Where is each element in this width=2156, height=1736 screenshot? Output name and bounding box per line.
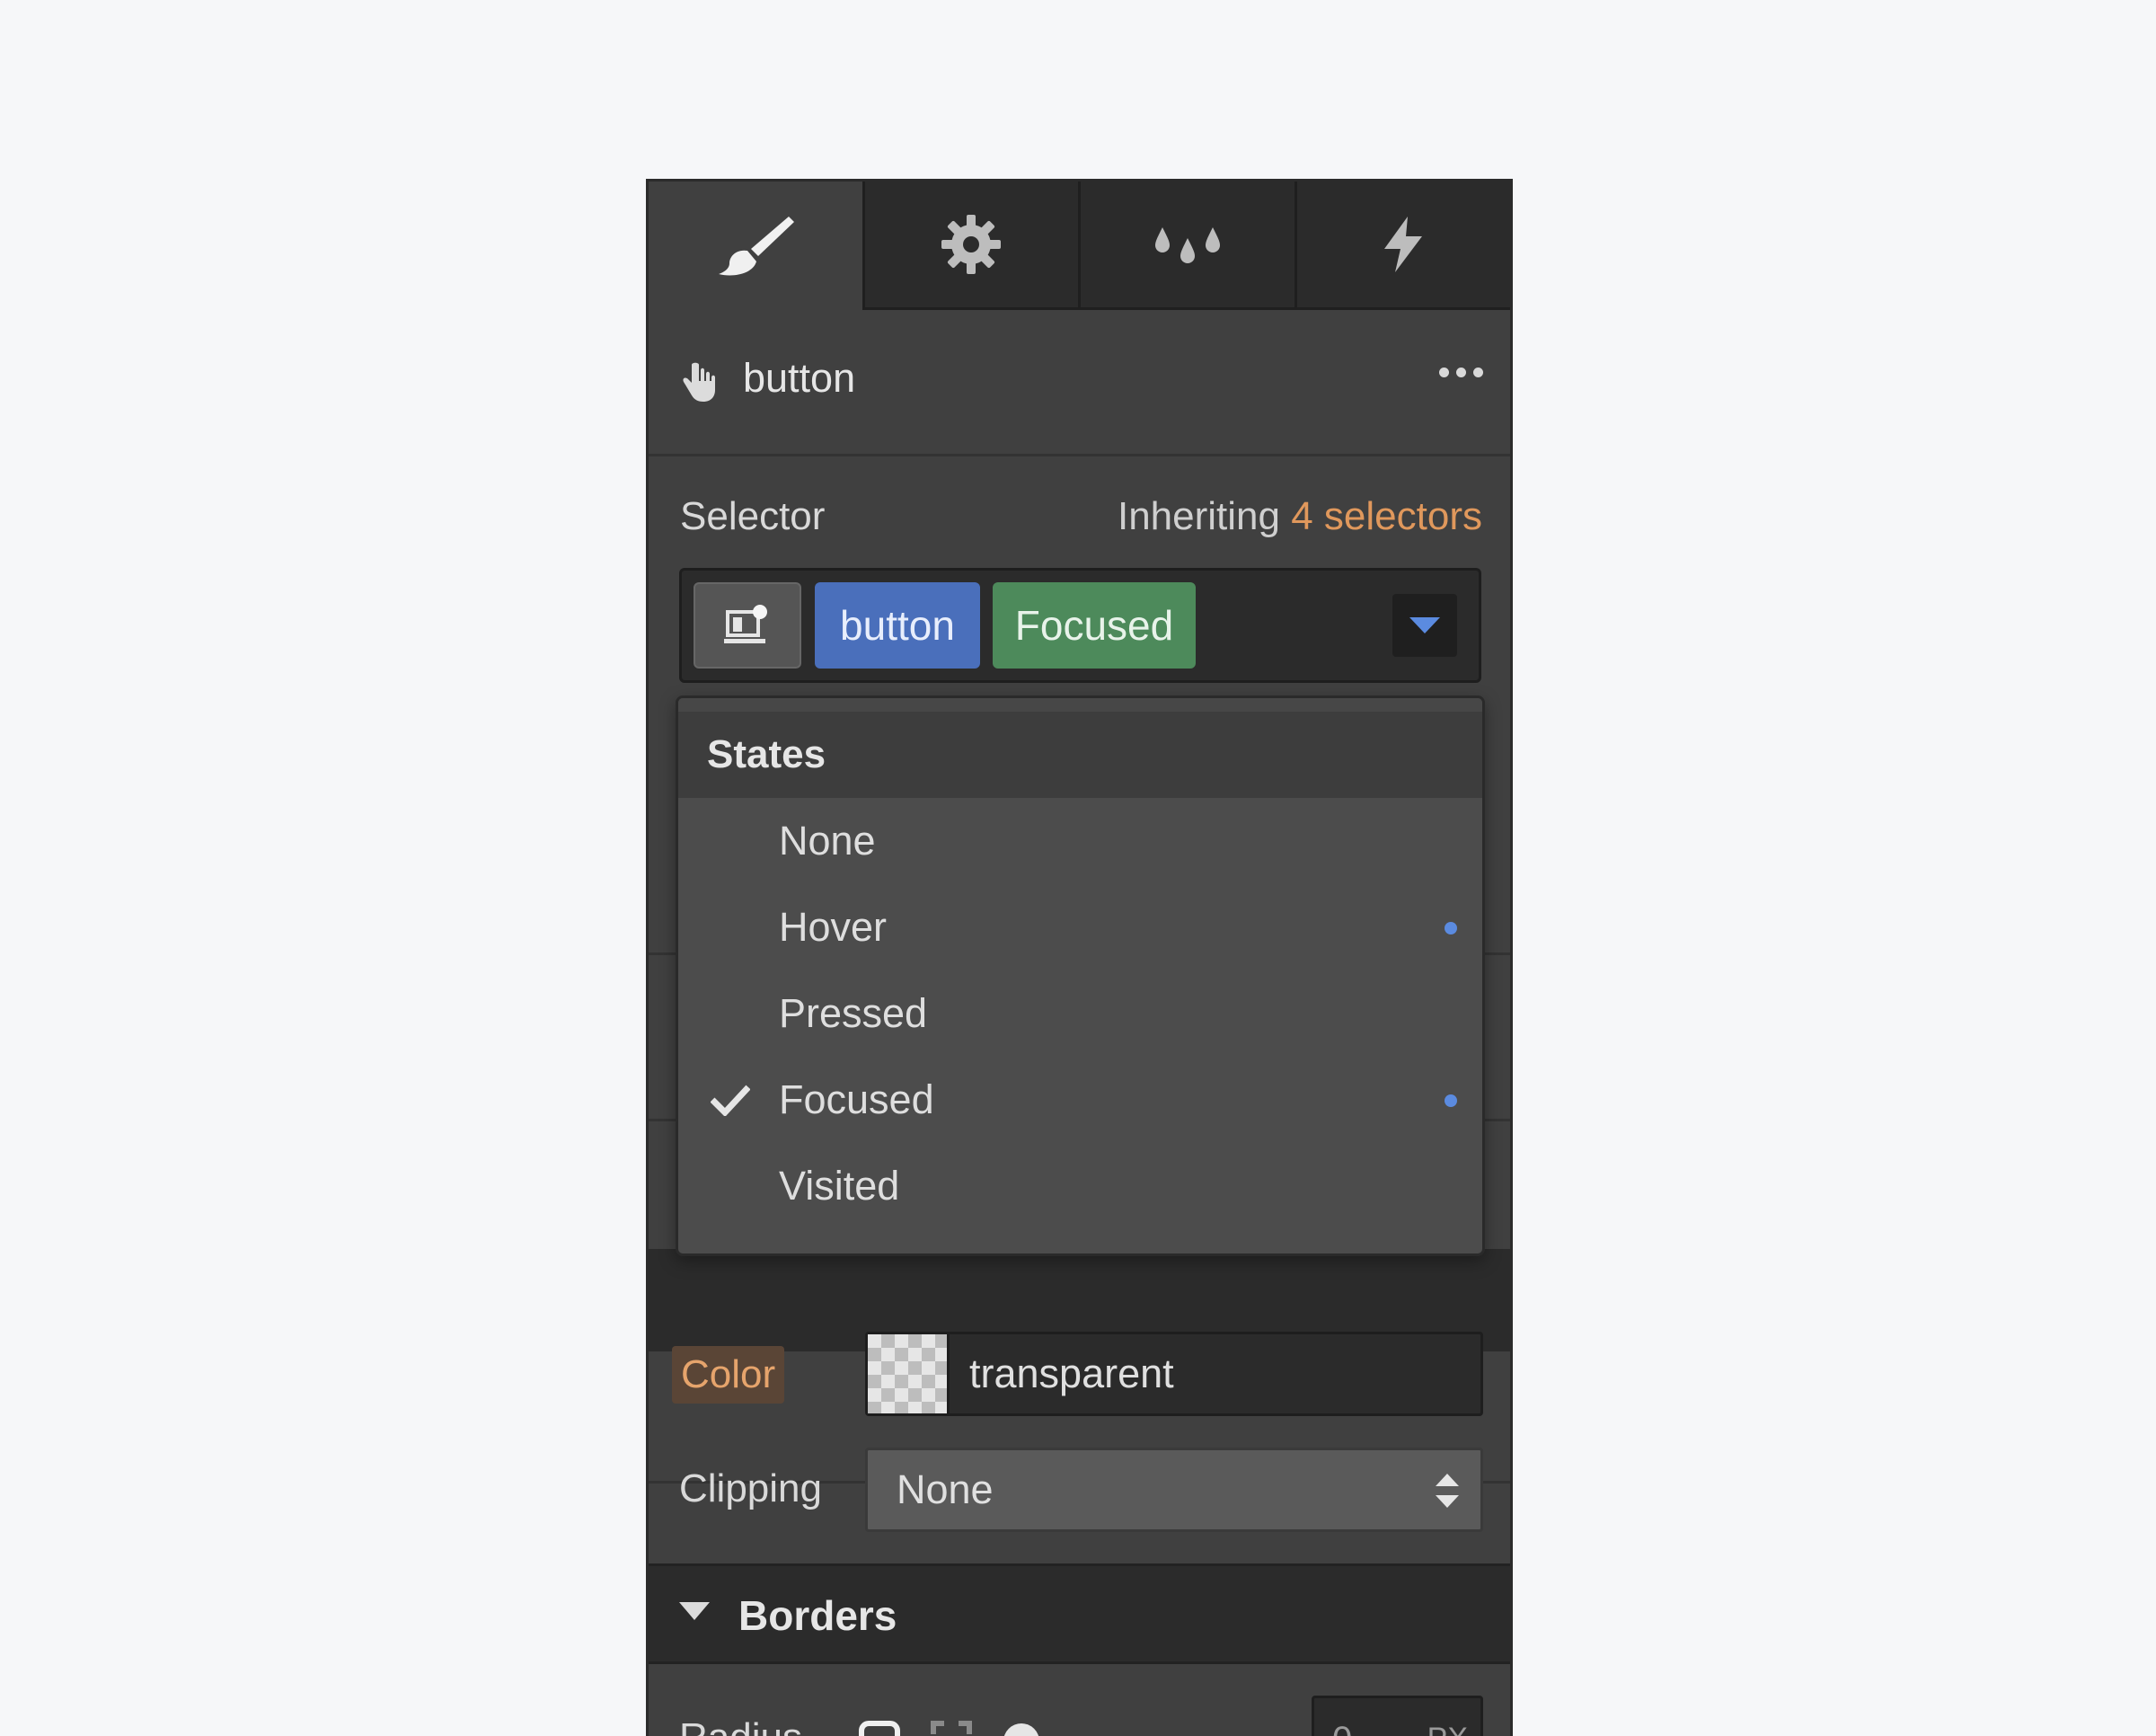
state-label: Focused: [779, 1076, 934, 1122]
state-label: None: [779, 818, 876, 864]
radius-individual-icon[interactable]: [930, 1720, 973, 1736]
state-label: Hover: [779, 904, 888, 950]
select-arrows-icon: [1436, 1474, 1459, 1508]
states-header: States: [678, 712, 1482, 798]
radius-mode-toggle: [858, 1720, 1041, 1736]
element-name: button: [743, 355, 856, 401]
clipping-value: None: [897, 1466, 994, 1512]
more-options-button[interactable]: [1439, 368, 1483, 377]
state-has-styles-dot: [1445, 922, 1457, 934]
state-has-styles-dot: [1445, 1094, 1457, 1107]
inheriting-info[interactable]: Inheriting 4 selectors: [1118, 494, 1482, 539]
states-dropdown: States None Hover Pressed Focused Visite…: [676, 695, 1485, 1256]
clipping-label: Clipping: [679, 1466, 822, 1510]
element-header: button: [649, 310, 1510, 456]
clipping-select[interactable]: None: [865, 1448, 1483, 1532]
state-item-visited[interactable]: Visited: [678, 1143, 1482, 1229]
gear-icon: [941, 215, 1002, 274]
color-value: transparent: [969, 1351, 1174, 1396]
caret-down-icon: [1409, 617, 1440, 633]
radius-value: 0: [1332, 1720, 1352, 1736]
lightning-icon: [1384, 217, 1423, 272]
borders-section-header[interactable]: Borders: [649, 1563, 1510, 1664]
state-label: Pressed: [779, 990, 928, 1036]
tab-interactions[interactable]: [1294, 182, 1510, 310]
checkmark-icon: [711, 1085, 750, 1116]
radius-unit-button[interactable]: PX: [1427, 1722, 1468, 1736]
drops-icon: [1154, 227, 1220, 263]
state-item-pressed[interactable]: Pressed: [678, 970, 1482, 1057]
tab-settings[interactable]: [862, 182, 1078, 310]
inheriting-prefix: Inheriting: [1117, 494, 1280, 538]
radius-all-icon[interactable]: [858, 1720, 901, 1736]
tab-style-manager[interactable]: [1078, 182, 1294, 310]
selector-chip-button[interactable]: button: [815, 582, 980, 669]
states-dropdown-toggle[interactable]: [1392, 594, 1457, 657]
state-item-hover[interactable]: Hover: [678, 884, 1482, 970]
state-item-none[interactable]: None: [678, 798, 1482, 884]
panel-tabs: [649, 182, 1510, 310]
dot-icon: [1439, 368, 1449, 377]
radius-circle-icon[interactable]: [1002, 1722, 1041, 1736]
caret-down-icon: [679, 1602, 710, 1620]
borders-title: Borders: [738, 1592, 897, 1639]
selector-chip-state[interactable]: Focused: [993, 582, 1196, 669]
radius-label: Radius: [679, 1715, 802, 1736]
paintbrush-icon: [718, 216, 794, 275]
state-item-focused[interactable]: Focused: [678, 1057, 1482, 1143]
dot-icon: [1473, 368, 1483, 377]
dot-icon: [1456, 368, 1466, 377]
state-label: Visited: [779, 1163, 900, 1209]
element-selector-icon: [724, 605, 767, 643]
dropdown-top-edge: [678, 698, 1482, 712]
inheriting-count-link[interactable]: 4 selectors: [1291, 494, 1482, 538]
color-label[interactable]: Color: [672, 1346, 785, 1404]
color-swatch[interactable]: [868, 1334, 950, 1413]
tab-style[interactable]: [649, 182, 862, 310]
color-field[interactable]: transparent: [865, 1332, 1483, 1416]
radius-input[interactable]: 0 PX: [1312, 1696, 1483, 1736]
selector-field[interactable]: button Focused: [679, 568, 1481, 683]
hand-pointer-icon: [683, 362, 715, 402]
selector-type-button[interactable]: [694, 582, 801, 669]
selector-label: Selector: [680, 494, 826, 538]
